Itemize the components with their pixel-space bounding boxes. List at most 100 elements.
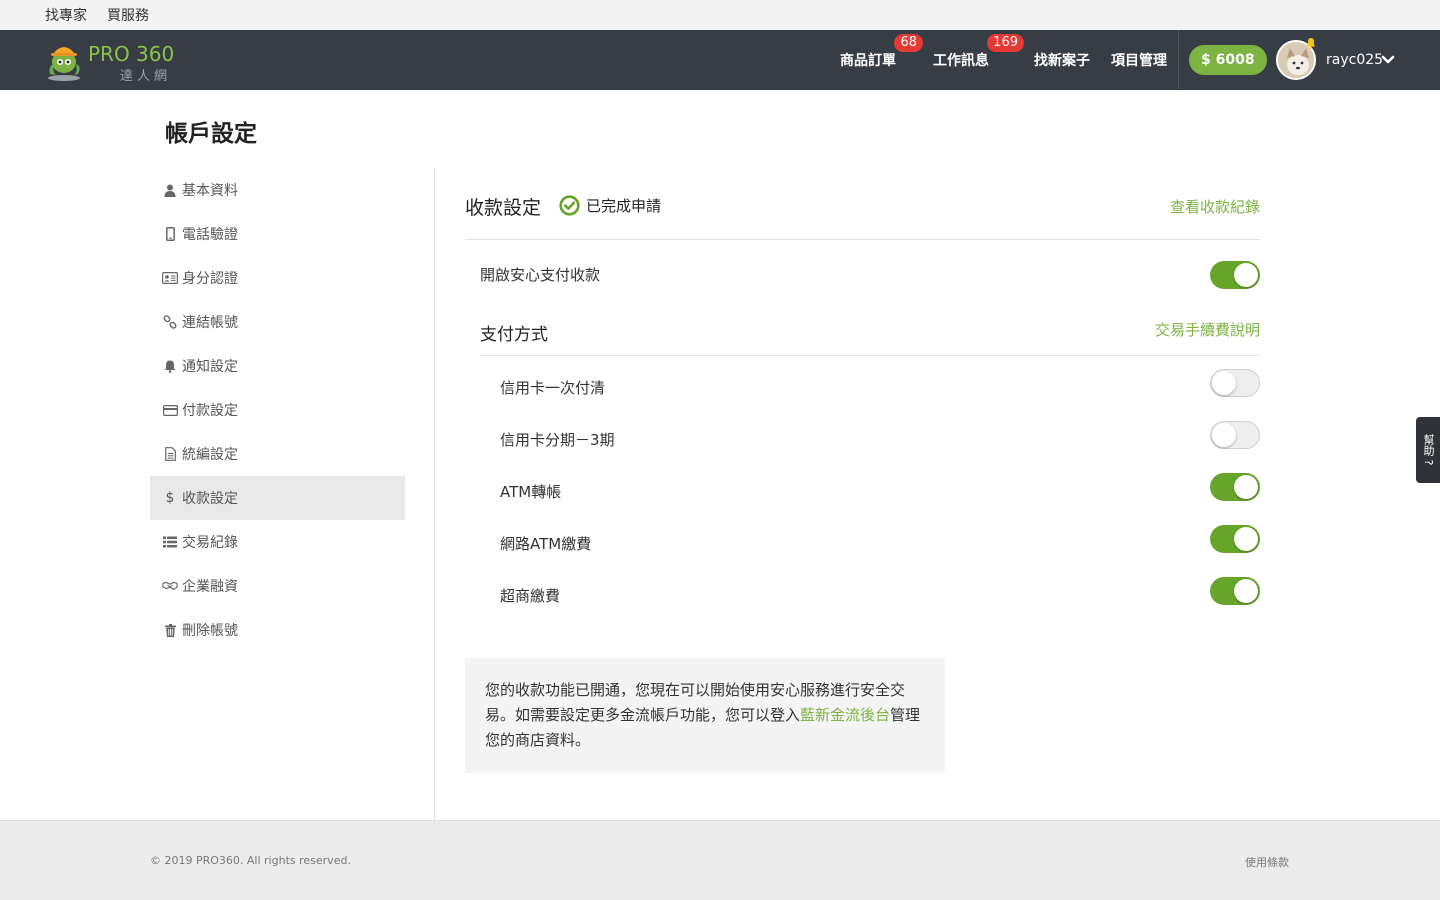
page-title: 帳戶設定 [165, 121, 257, 147]
sidebar-item-transactions[interactable]: 交易紀錄 [150, 520, 405, 564]
chevron-down-icon[interactable] [1381, 54, 1395, 66]
sidebar-item-basic-info[interactable]: 基本資料 [150, 168, 405, 212]
sidebar-item-label: 付款設定 [182, 403, 238, 419]
bell-icon [162, 358, 178, 374]
nav-product-orders[interactable]: 商品訂單 68 [840, 34, 923, 70]
sidebar-item-receiving-settings[interactable]: $ 收款設定 [150, 476, 405, 520]
payment-method-row: ATM轉帳 [500, 461, 1260, 513]
sidebar-item-label: 統編設定 [182, 447, 238, 463]
fee-explanation-link[interactable]: 交易手續費說明 [1155, 319, 1260, 340]
wallet-balance-button[interactable]: $ 6008 [1189, 45, 1267, 75]
logo-subtitle: 達人網 [120, 69, 172, 84]
terms-link[interactable]: 使用條款 [1245, 854, 1289, 870]
sidebar-item-delete-account[interactable]: 刪除帳號 [150, 608, 405, 652]
nav-find-cases[interactable]: 找新案子 [1034, 50, 1090, 70]
username-label[interactable]: rayc025 [1326, 30, 1383, 90]
newebpay-backend-link[interactable]: 藍新金流後台 [800, 706, 890, 724]
main-nav: 商品訂單 68 工作訊息 169 找新案子 項目管理 [840, 30, 1188, 90]
utility-bar: 找專家 買服務 [0, 0, 1440, 30]
nav-job-messages[interactable]: 工作訊息 169 [933, 34, 1024, 70]
link-icon [162, 314, 178, 330]
sidebar-item-label: 身分認證 [182, 271, 238, 287]
sidebar-item-label: 刪除帳號 [182, 623, 238, 639]
sidebar-item-notifications[interactable]: 通知設定 [150, 344, 405, 388]
toggle-knob [1234, 579, 1258, 603]
mascot-logo-icon [48, 47, 80, 81]
orders-count-badge: 68 [894, 34, 923, 52]
sidebar-item-label: 連結帳號 [182, 315, 238, 331]
section-title: 收款設定 [465, 197, 542, 219]
payment-method-row: 信用卡分期－3期 [500, 409, 1260, 461]
secure-payment-row: 開啟安心支付收款 [480, 248, 1260, 300]
sidebar-item-label: 電話驗證 [182, 227, 238, 243]
section-header: 收款設定 已完成申請 查看收款紀錄 [465, 168, 1260, 240]
secure-payment-toggle[interactable] [1210, 261, 1260, 289]
copyright-text: © 2019 PRO360. All rights reserved. [150, 854, 351, 867]
handshake-icon [162, 578, 178, 594]
buy-service-link[interactable]: 買服務 [107, 5, 149, 25]
payment-method-label: ATM轉帳 [500, 483, 562, 501]
web-atm-toggle[interactable] [1210, 525, 1260, 553]
user-icon [162, 182, 178, 198]
help-tab[interactable]: 幫助 ? [1416, 417, 1440, 483]
footer: © 2019 PRO360. All rights reserved. 使用條款 [0, 820, 1440, 900]
payment-methods-list: 信用卡一次付清 信用卡分期－3期 ATM轉帳 網路ATM繳費 超商繳費 [500, 357, 1260, 617]
notification-bell-icon[interactable] [1305, 37, 1317, 49]
content-divider [434, 168, 435, 820]
sidebar-item-business-financing[interactable]: 企業融資 [150, 564, 405, 608]
messages-count-badge: 169 [987, 34, 1024, 52]
main-header: PRO 360 達人網 商品訂單 68 工作訊息 169 找新案子 項目管理 $… [0, 30, 1440, 90]
toggle-knob [1212, 423, 1236, 447]
toggle-knob [1234, 475, 1258, 499]
nav-project-management-label: 項目管理 [1111, 53, 1167, 69]
secure-payment-label: 開啟安心支付收款 [480, 266, 601, 284]
sidebar-item-label: 企業融資 [182, 579, 238, 595]
status-text: 已完成申請 [586, 197, 662, 215]
payment-method-row: 超商繳費 [500, 565, 1260, 617]
trash-icon [162, 622, 178, 638]
logo[interactable]: PRO 360 達人網 [44, 36, 184, 86]
convenience-store-toggle[interactable] [1210, 577, 1260, 605]
payment-method-label: 信用卡分期－3期 [500, 431, 615, 449]
id-card-icon [162, 270, 178, 286]
toggle-knob [1234, 527, 1258, 551]
nav-job-messages-label: 工作訊息 [933, 53, 989, 69]
sidebar-item-label: 收款設定 [182, 491, 238, 507]
list-icon [162, 534, 178, 550]
sidebar-item-label: 通知設定 [182, 359, 238, 375]
nav-product-orders-label: 商品訂單 [840, 53, 896, 69]
activation-notice: 您的收款功能已開通，您現在可以開始使用安心服務進行安全交易。如需要設定更多金流帳… [465, 658, 945, 773]
atm-transfer-toggle[interactable] [1210, 473, 1260, 501]
find-expert-link[interactable]: 找專家 [45, 5, 87, 25]
dollar-icon: $ [165, 490, 175, 506]
sidebar-item-label: 交易紀錄 [182, 535, 238, 551]
phone-icon [162, 226, 178, 242]
payment-methods-title: 支付方式 [480, 325, 548, 345]
logo-wordmark: PRO 360 [88, 42, 175, 66]
header-divider [1178, 30, 1179, 90]
credit-card-full-toggle[interactable] [1210, 369, 1260, 397]
check-circle-icon [559, 195, 580, 216]
payment-method-label: 信用卡一次付清 [500, 379, 606, 397]
settings-sidebar: 基本資料 電話驗證 身分認證 連結帳號 通知設定 付款設定 統編設定 $ 收款設… [150, 168, 405, 652]
payment-method-row: 網路ATM繳費 [500, 513, 1260, 565]
credit-card-installment-toggle[interactable] [1210, 421, 1260, 449]
payment-method-label: 網路ATM繳費 [500, 535, 592, 553]
status-badge: 已完成申請 [559, 195, 661, 216]
sidebar-item-tax-id[interactable]: 統編設定 [150, 432, 405, 476]
nav-project-management[interactable]: 項目管理 [1111, 50, 1167, 70]
sidebar-item-identity[interactable]: 身分認證 [150, 256, 405, 300]
sidebar-item-label: 基本資料 [182, 183, 238, 199]
payment-methods-header: 支付方式 交易手續費說明 [480, 314, 1260, 356]
receiving-settings-panel: 收款設定 已完成申請 查看收款紀錄 開啟安心支付收款 支付方式 交易手續費說明 … [465, 168, 1260, 605]
document-icon [162, 446, 178, 462]
sidebar-item-phone-verification[interactable]: 電話驗證 [150, 212, 405, 256]
nav-find-cases-label: 找新案子 [1034, 53, 1090, 69]
payment-method-row: 信用卡一次付清 [500, 357, 1260, 409]
view-receipt-history-link[interactable]: 查看收款紀錄 [1170, 196, 1260, 217]
sidebar-item-linked-accounts[interactable]: 連結帳號 [150, 300, 405, 344]
payment-method-label: 超商繳費 [500, 587, 561, 605]
sidebar-item-payment-settings[interactable]: 付款設定 [150, 388, 405, 432]
toggle-knob [1234, 263, 1258, 287]
toggle-knob [1212, 371, 1236, 395]
